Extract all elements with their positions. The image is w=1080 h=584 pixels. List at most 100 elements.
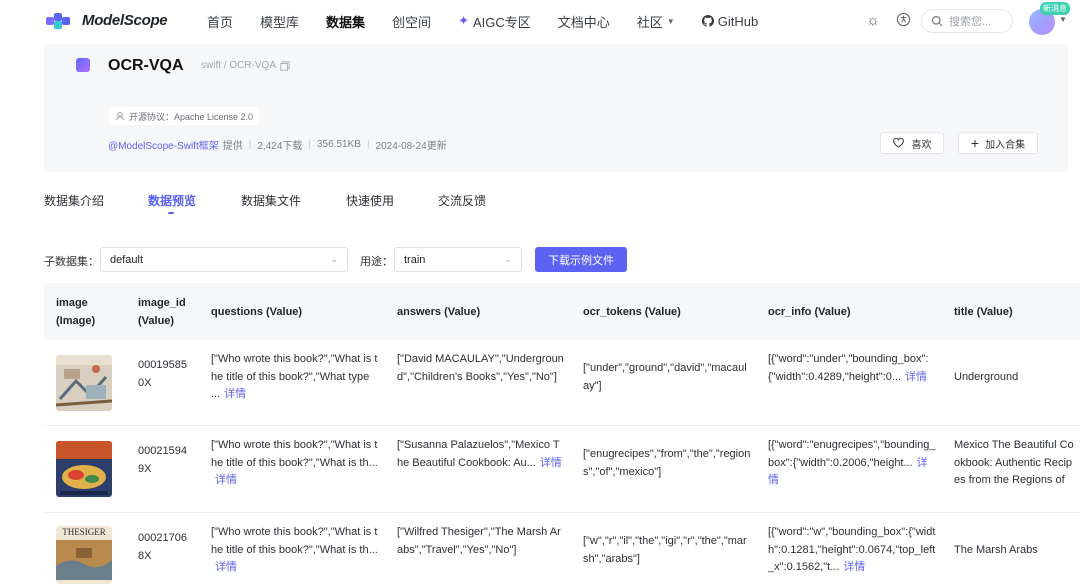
notification-badge: 新消息	[1040, 2, 1070, 15]
subset-value: default	[110, 253, 144, 266]
split-value: train	[404, 253, 426, 266]
split-label: 用途：	[360, 256, 393, 268]
owner-link[interactable]: @ModelScope-Swift框架	[108, 137, 219, 152]
details-link[interactable]: 详情	[215, 561, 237, 573]
license-tag[interactable]: 开源协议：Apache License 2.0	[109, 107, 260, 125]
dataset-meta: @ModelScope-Swift框架 提供 | 2,424下载 | 356.5…	[108, 137, 447, 152]
logo-text: ModelScope	[82, 12, 168, 29]
col-ocr-tokens: ocr_tokens (Value)	[583, 305, 681, 318]
plus-icon: +	[970, 135, 980, 151]
col-title: title (Value)	[954, 305, 1013, 318]
nav-studios[interactable]: 创空间	[392, 12, 431, 31]
license-text: 开源协议：Apache License 2.0	[129, 111, 254, 122]
search-input[interactable]: 搜索您...	[921, 9, 1013, 33]
details-link[interactable]: 详情	[224, 388, 246, 400]
theme-sun-icon[interactable]: ☼	[864, 12, 882, 30]
nav-docs[interactable]: 文档中心	[558, 12, 610, 31]
split-select[interactable]: train ⌄	[394, 247, 522, 272]
tab-intro[interactable]: 数据集介绍	[44, 192, 104, 209]
copy-icon[interactable]	[280, 60, 290, 71]
nav-models[interactable]: 模型库	[260, 12, 299, 31]
search-icon	[931, 15, 943, 27]
heart-icon	[892, 138, 904, 148]
nav-aigc-label: AIGC专区	[472, 14, 531, 30]
add-to-collection-label: 加入合集	[985, 139, 1026, 151]
dataset-header: OCR-VQA swift / OCR-VQA 开源协议：Apache Lice…	[44, 44, 1068, 172]
col-questions: questions (Value)	[211, 305, 303, 318]
cell-title: Mexico The Beautiful Cookbook: Authentic…	[954, 439, 1074, 486]
cell-questions: ["Who wrote this book?","What is the tit…	[211, 439, 378, 486]
nav-datasets[interactable]: 数据集	[326, 12, 365, 31]
license-icon	[116, 111, 124, 121]
nav-community-label: 社区	[636, 14, 663, 30]
like-button[interactable]: 喜欢	[880, 132, 944, 154]
dataset-path: swift / OCR-VQA	[201, 60, 290, 71]
cell-ocr-tokens: ["enugrecipes","from","the","regions","o…	[583, 448, 751, 478]
cell-ocr-tokens: ["under","ground","david","macaulay"]	[583, 362, 747, 392]
col-image-id: image_id (Value)	[138, 296, 186, 327]
table-row: THESIGER 000217068X ["Who wrote this boo…	[44, 513, 1080, 584]
sparkle-icon: ✦	[458, 13, 469, 28]
chevron-down-icon: ▼	[666, 16, 675, 26]
cover-title-text: THESIGER	[62, 527, 106, 537]
active-tab-indicator	[168, 212, 174, 214]
cell-image-id: 000217068X	[138, 532, 187, 562]
nav-home[interactable]: 首页	[207, 12, 233, 31]
cell-title: Underground	[954, 371, 1019, 383]
translate-icon[interactable]	[894, 12, 912, 30]
provided-text: 提供	[222, 141, 243, 152]
tab-preview[interactable]: 数据预览	[148, 192, 196, 209]
cell-image-id: 000195850X	[138, 359, 187, 389]
like-label: 喜欢	[911, 139, 932, 151]
nav-aigc[interactable]: ✦ AIGC专区	[458, 12, 531, 31]
table-row: 000195850X ["Who wrote this book?","What…	[44, 340, 1080, 426]
modelscope-logo[interactable]: ModelScope	[46, 12, 168, 29]
cell-ocr-info: [{"word":"enugrecipes","bounding_box":{"…	[768, 439, 936, 486]
cell-ocr-info: [{"word":"w","bounding_box":{"width":0.1…	[768, 526, 936, 573]
cell-ocr-tokens: ["w","r","il","the","igi","r","the","mar…	[583, 535, 747, 565]
tab-files[interactable]: 数据集文件	[241, 192, 301, 209]
top-navbar: ModelScope 首页 模型库 数据集 创空间 ✦ AIGC专区 文档中心 …	[0, 0, 1080, 42]
cell-image-id: 000215949X	[138, 445, 187, 475]
tab-quickstart[interactable]: 快速使用	[346, 192, 394, 209]
tab-feedback[interactable]: 交流反馈	[438, 192, 486, 209]
col-image: image (Image)	[56, 296, 96, 327]
cell-questions: ["Who wrote this book?","What is the tit…	[211, 526, 378, 573]
nav-community[interactable]: 社区 ▼	[637, 12, 675, 31]
cell-title: The Marsh Arabs	[954, 544, 1038, 556]
dataset-path-text: swift / OCR-VQA	[201, 60, 277, 71]
chevron-down-icon: ⌄	[330, 254, 338, 264]
update-date: 2024-08-24更新	[375, 141, 447, 152]
dataset-size: 356.51KB	[317, 139, 361, 150]
subset-select[interactable]: default ⌄	[100, 247, 348, 272]
chevron-down-icon: ⌄	[504, 254, 512, 264]
details-link[interactable]: 详情	[215, 474, 237, 486]
image-thumbnail[interactable]	[56, 355, 112, 411]
add-to-collection-button[interactable]: + 加入合集	[958, 132, 1038, 154]
details-link[interactable]: 详情	[843, 561, 865, 573]
meta-divider: |	[366, 139, 370, 150]
cell-answers: ["Susanna Palazuelos","Mexico The Beauti…	[397, 439, 562, 469]
cell-questions: ["Who wrote this book?","What is the tit…	[211, 353, 378, 400]
col-answers: answers (Value)	[397, 305, 481, 318]
logo-mark-icon	[46, 12, 76, 29]
cell-answers: ["Wilfred Thesiger","The Marsh Arabs","T…	[397, 526, 561, 556]
download-count: 2,424下载	[257, 141, 303, 152]
image-thumbnail[interactable]	[56, 441, 112, 497]
subset-label: 子数据集：	[44, 256, 99, 268]
nav-github[interactable]: GitHub	[701, 13, 759, 29]
meta-divider: |	[308, 139, 311, 150]
github-icon	[701, 15, 714, 27]
image-thumbnail[interactable]: THESIGER	[56, 526, 112, 584]
dataset-title: OCR-VQA	[108, 57, 184, 74]
search-placeholder: 搜索您...	[949, 16, 992, 28]
download-sample-button[interactable]: 下载示例文件	[535, 247, 627, 272]
meta-divider: |	[248, 139, 252, 150]
details-link[interactable]: 详情	[540, 457, 562, 469]
cell-answers: ["David MACAULAY","Underground","Childre…	[397, 353, 564, 383]
details-link[interactable]: 详情	[905, 371, 927, 383]
nav-github-label: GitHub	[717, 13, 759, 29]
chevron-down-icon[interactable]: ▼	[1059, 15, 1067, 24]
table-row: 000215949X ["Who wrote this book?","What…	[44, 426, 1080, 513]
table-header: image (Image) image_id (Value) questions (…	[44, 283, 1080, 340]
